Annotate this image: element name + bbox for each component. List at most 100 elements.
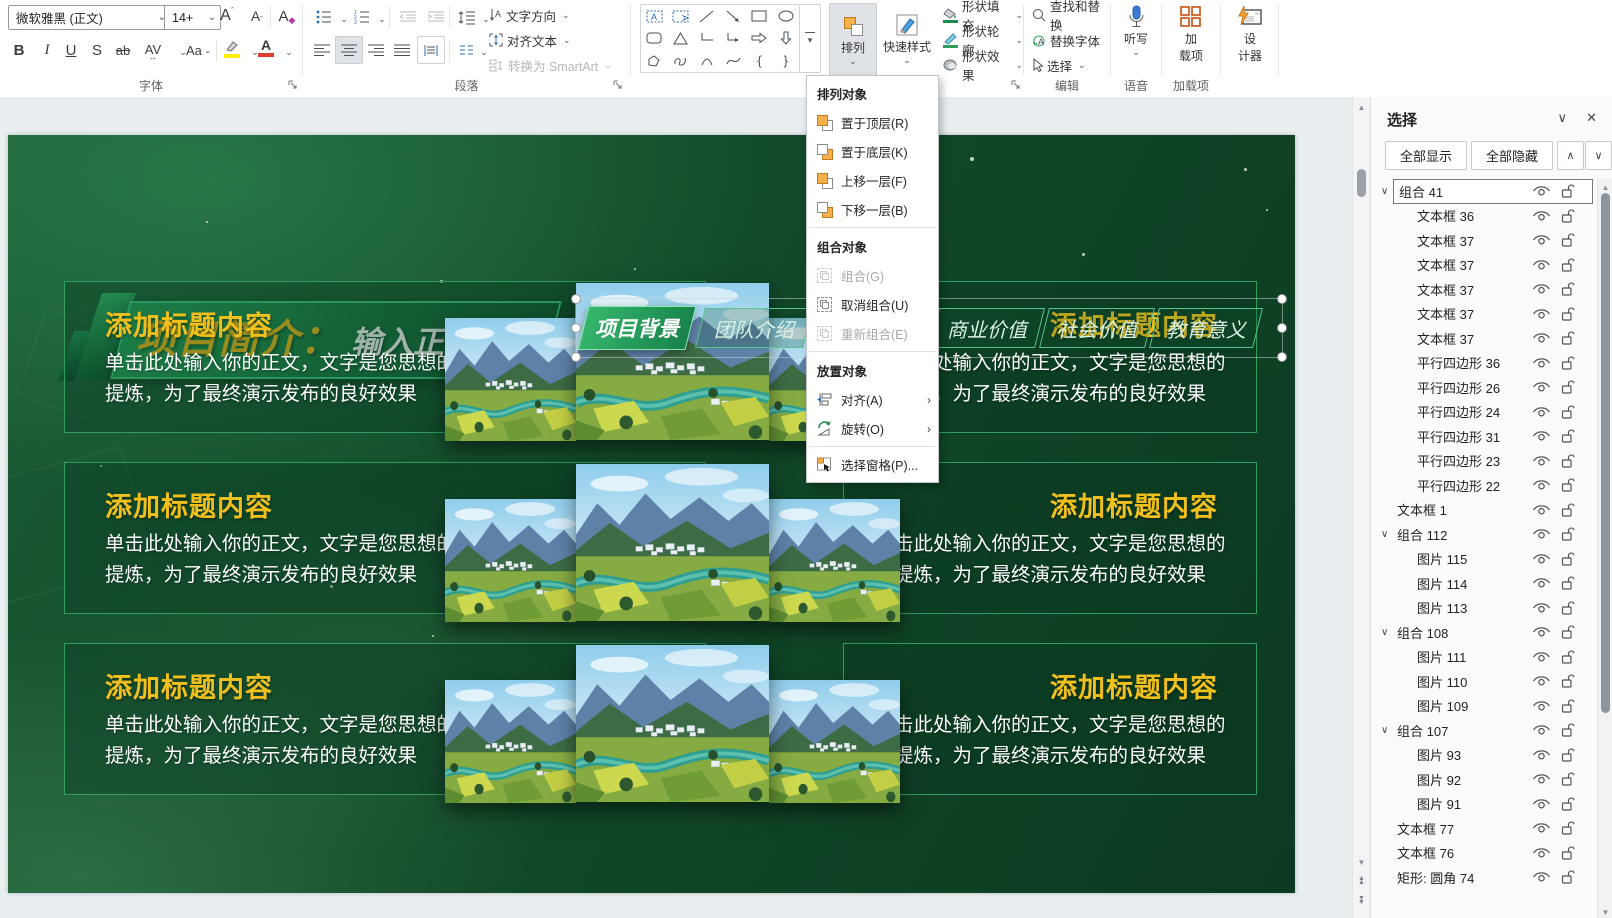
align-text-button[interactable]: 对齐文本⌄ <box>489 29 571 51</box>
selection-pane-item[interactable]: ∨组合 107 <box>1371 718 1597 743</box>
scribble-shape-icon[interactable] <box>667 50 693 72</box>
triangle-shape-icon[interactable] <box>667 27 693 49</box>
unlock-icon[interactable] <box>1561 624 1575 640</box>
landscape-photo[interactable] <box>769 680 900 803</box>
unlock-icon[interactable] <box>1561 649 1575 665</box>
chevron-expanded-icon[interactable]: ∨ <box>1381 627 1388 638</box>
selection-item-label[interactable]: 图片 113 <box>1417 598 1467 617</box>
unlock-icon[interactable] <box>1561 306 1575 322</box>
landscape-photo[interactable] <box>769 499 900 622</box>
selection-item-label[interactable]: 组合 41 <box>1399 182 1443 201</box>
selection-pane-item[interactable]: ∨ 组合 108 <box>1371 620 1597 645</box>
selection-pane-item[interactable]: 平行四边形 24 <box>1371 400 1597 425</box>
selection-pane-item[interactable]: 图片 91 <box>1371 792 1597 817</box>
menu-item-align[interactable]: 对齐(A)› <box>807 385 938 414</box>
selection-item-label[interactable]: 文本框 37 <box>1417 231 1474 250</box>
selection-item-label[interactable]: 文本框 76 <box>1397 843 1454 862</box>
selection-item-label[interactable]: 图片 91 <box>1417 794 1461 813</box>
convert-smartart-button[interactable]: 转换为 SmartArt⌄ <box>489 54 612 76</box>
find-replace-button[interactable]: 查找和替换 <box>1032 4 1110 26</box>
oval-shape-icon[interactable] <box>773 5 799 27</box>
visibility-eye-icon[interactable] <box>1532 870 1551 884</box>
clear-formatting-button[interactable]: A◆ <box>276 4 298 28</box>
selection-pane-item[interactable]: 平行四边形 31 <box>1371 424 1597 449</box>
unlock-icon[interactable] <box>1561 453 1575 469</box>
selection-pane-item[interactable]: 文本框 37 <box>1371 277 1597 302</box>
unlock-icon[interactable] <box>1561 747 1575 763</box>
selection-pane-item[interactable]: 平行四边形 26 <box>1371 375 1597 400</box>
bullets-button[interactable] <box>313 5 335 29</box>
menu-item-rotate[interactable]: 旋转(O)› <box>807 414 938 443</box>
selection-pane-item[interactable]: 文本框 76 <box>1371 841 1597 866</box>
landscape-photo[interactable] <box>576 464 769 621</box>
justify-button[interactable] <box>391 38 413 62</box>
landscape-photo[interactable] <box>445 318 576 441</box>
align-center-button[interactable] <box>335 36 363 64</box>
selection-item-label[interactable]: 组合 107 <box>1397 721 1448 740</box>
unlock-icon[interactable] <box>1561 575 1575 591</box>
canvas-scrollbar[interactable]: ▲ ▼ ▲▲ ▼▼ <box>1352 97 1370 918</box>
font-dialog-launcher-icon[interactable] <box>288 80 300 92</box>
visibility-eye-icon[interactable] <box>1532 723 1551 737</box>
unlock-icon[interactable] <box>1561 796 1575 812</box>
selection-pane-item[interactable]: 图片 115 <box>1371 547 1597 572</box>
unlock-icon[interactable] <box>1561 526 1575 542</box>
unlock-icon[interactable] <box>1561 281 1575 297</box>
selection-pane-item[interactable]: 文本框 36 <box>1371 204 1597 229</box>
chevron-down-icon[interactable]: ⌄ <box>278 40 300 64</box>
selection-handle[interactable] <box>571 294 581 304</box>
visibility-eye-icon[interactable] <box>1532 454 1551 468</box>
selection-handle[interactable] <box>571 323 581 333</box>
unlock-icon[interactable] <box>1561 551 1575 567</box>
unlock-icon[interactable] <box>1561 404 1575 420</box>
change-case-button[interactable]: Aa⌄ <box>186 38 211 62</box>
unlock-icon[interactable] <box>1561 820 1575 836</box>
arrange-button[interactable]: 排列 ⌄ <box>829 3 877 76</box>
selection-item-label[interactable]: 图片 110 <box>1417 672 1467 691</box>
unlock-icon[interactable] <box>1561 845 1575 861</box>
selection-item-label[interactable]: 组合 108 <box>1397 623 1448 642</box>
line-spacing-button[interactable] <box>455 5 477 29</box>
curve-shape-icon[interactable] <box>720 50 746 72</box>
visibility-eye-icon[interactable] <box>1532 527 1551 541</box>
selection-pane-item[interactable]: 平行四边形 22 <box>1371 473 1597 498</box>
selection-handle[interactable] <box>1277 294 1287 304</box>
canvas-scrollbar-thumb[interactable] <box>1357 169 1366 197</box>
line-shape-icon[interactable] <box>694 5 720 27</box>
selection-pane-item[interactable]: 矩形: 圆角 74 <box>1371 865 1597 890</box>
unlock-icon[interactable] <box>1561 771 1575 787</box>
previous-slide-button[interactable]: ▲▲ <box>1353 873 1370 889</box>
chevron-expanded-icon[interactable]: ∨ <box>1381 186 1388 197</box>
unlock-icon[interactable] <box>1561 477 1575 493</box>
visibility-eye-icon[interactable] <box>1532 601 1551 615</box>
vertical-textbox-shape-icon[interactable]: A <box>667 5 693 27</box>
visibility-eye-icon[interactable] <box>1532 258 1551 272</box>
visibility-eye-icon[interactable] <box>1532 380 1551 394</box>
selection-item-label[interactable]: 平行四边形 24 <box>1417 402 1500 421</box>
textbox-shape-icon[interactable]: A <box>641 5 667 27</box>
selection-pane-item[interactable]: 图片 109 <box>1371 694 1597 719</box>
font-color-button[interactable]: A <box>258 38 274 57</box>
pane-scrollbar-thumb[interactable] <box>1601 193 1610 713</box>
drawing-dialog-launcher-icon[interactable] <box>1011 80 1023 92</box>
right-brace-shape-icon[interactable]: } <box>773 50 799 72</box>
landscape-photo[interactable] <box>445 680 576 803</box>
quick-styles-button[interactable]: 快速样式 ⌄ <box>879 3 935 74</box>
scroll-down-icon[interactable]: ▼ <box>1353 854 1370 870</box>
selection-item-label[interactable]: 文本框 37 <box>1417 280 1474 299</box>
visibility-eye-icon[interactable] <box>1532 650 1551 664</box>
select-button[interactable]: 选择⌄ <box>1032 54 1086 76</box>
selection-item-label[interactable]: 图片 93 <box>1417 745 1461 764</box>
selection-pane-item[interactable]: ∨组合 112 <box>1371 522 1597 547</box>
selection-pane-item[interactable]: 平行四边形 36 <box>1371 351 1597 376</box>
left-brace-shape-icon[interactable]: { <box>746 50 772 72</box>
selection-pane-item[interactable]: 文本框 77 <box>1371 816 1597 841</box>
visibility-eye-icon[interactable] <box>1532 748 1551 762</box>
right-arrow-shape-icon[interactable] <box>746 27 772 49</box>
unlock-icon[interactable] <box>1561 257 1575 273</box>
selection-handle[interactable] <box>1277 352 1287 362</box>
selection-item-label[interactable]: 矩形: 圆角 74 <box>1397 868 1474 887</box>
move-down-button[interactable]: ∨ <box>1585 141 1612 170</box>
pane-collapse-icon[interactable]: ∨ <box>1557 110 1567 126</box>
visibility-eye-icon[interactable] <box>1532 282 1551 296</box>
